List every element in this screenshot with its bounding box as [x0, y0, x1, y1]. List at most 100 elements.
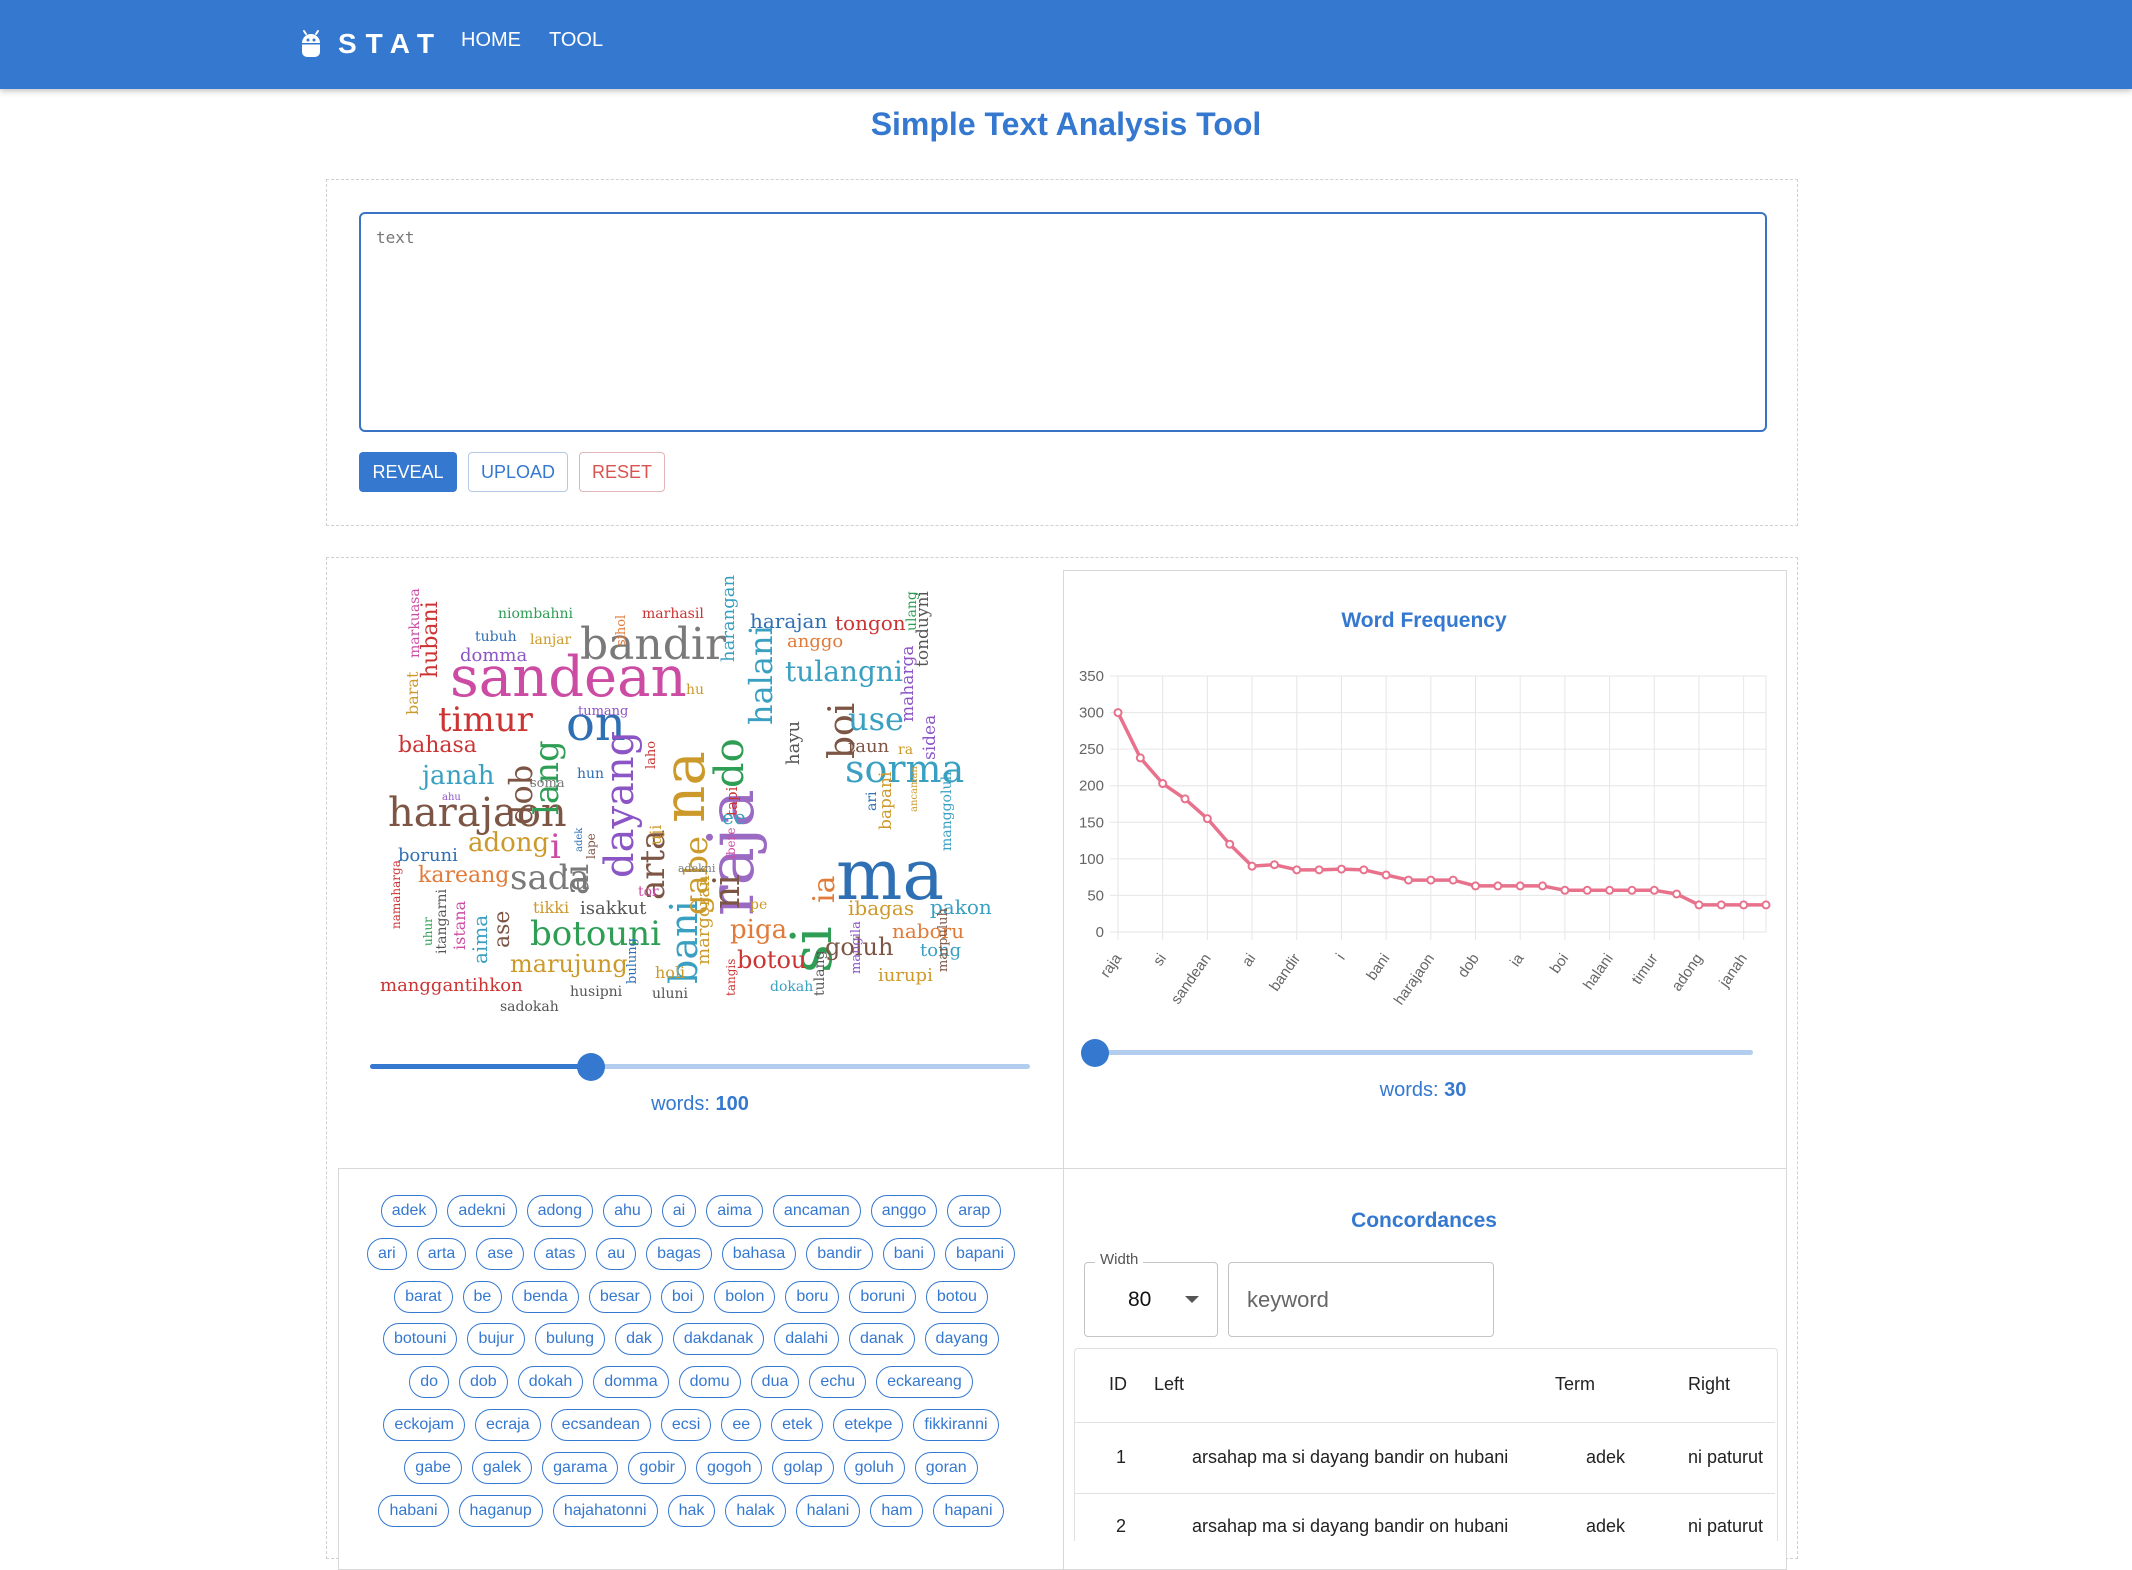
cell-right: ni paturut	[1688, 1447, 1764, 1467]
word-tag-chip[interactable]: hak	[667, 1494, 716, 1527]
word-tag-chip[interactable]: galek	[471, 1451, 533, 1484]
word-tag-chip[interactable]: ham	[870, 1494, 924, 1527]
word-tag-chip[interactable]: boru	[785, 1280, 840, 1313]
x-tick-label: si	[1150, 951, 1170, 970]
word-tag-chip[interactable]: dalahi	[774, 1323, 839, 1356]
word-tag-chip[interactable]: dak	[615, 1323, 663, 1356]
word-tag-chip[interactable]: atas	[534, 1237, 587, 1270]
reveal-button[interactable]: REVEAL	[359, 452, 457, 492]
word-tag-chip[interactable]: besar	[588, 1280, 651, 1313]
text-input[interactable]	[359, 212, 1767, 432]
cloud-word: domma	[460, 645, 528, 666]
word-tag-chip[interactable]: be	[462, 1280, 503, 1313]
word-tag-chip[interactable]: garama	[542, 1451, 619, 1484]
reset-button[interactable]: RESET	[579, 452, 665, 492]
column-header-right[interactable]: Right	[1688, 1374, 1730, 1395]
word-tag-chip[interactable]: golap	[772, 1451, 834, 1484]
word-tag-chip[interactable]: etekpe	[833, 1408, 904, 1441]
word-tag-chip[interactable]: aima	[706, 1195, 763, 1227]
word-tag-chip[interactable]: eckareang	[876, 1366, 973, 1399]
word-tag-chip[interactable]: goran	[914, 1451, 978, 1484]
word-tag-chip[interactable]: dua	[750, 1366, 800, 1399]
width-select[interactable]: Width 80	[1084, 1251, 1218, 1337]
word-tag-chip[interactable]: goluh	[843, 1451, 905, 1484]
word-tag-chip[interactable]: bapani	[944, 1237, 1016, 1270]
word-tag-chip[interactable]: ai	[661, 1195, 697, 1227]
brand[interactable]: STAT	[300, 24, 443, 64]
word-tag-chip[interactable]: boruni	[849, 1280, 916, 1313]
cloud-word: halani	[742, 625, 780, 726]
nav-tool-link[interactable]: TOOL	[549, 29, 603, 52]
nav-home-link[interactable]: HOME	[461, 29, 521, 52]
word-tag-chip[interactable]: dob	[458, 1366, 508, 1399]
word-tag-chip[interactable]: danak	[848, 1323, 915, 1356]
word-tag-chip[interactable]: fikkiranni	[913, 1408, 999, 1441]
word-tag-chip[interactable]: eckojam	[383, 1408, 465, 1441]
cloud-word: hu	[686, 682, 705, 698]
word-tag-chip[interactable]: dakdanak	[672, 1323, 765, 1356]
word-tag-chip[interactable]: domu	[678, 1366, 741, 1399]
word-tag-chip[interactable]: botouni	[382, 1323, 458, 1356]
upload-button[interactable]: UPLOAD	[468, 452, 568, 492]
word-tag-chip[interactable]: bani	[882, 1237, 935, 1270]
word-tag-chip[interactable]: haganup	[458, 1494, 543, 1527]
word-tag-chip[interactable]: gogoh	[695, 1451, 763, 1484]
x-tick-label: adong	[1668, 951, 1706, 995]
word-tag-chip[interactable]: arta	[416, 1237, 467, 1270]
word-tag-chip[interactable]: gobir	[628, 1451, 686, 1484]
word-tag-chip[interactable]: bandir	[806, 1237, 873, 1270]
word-tag-chip[interactable]: do	[409, 1366, 449, 1399]
word-tag-chip[interactable]: halak	[725, 1494, 786, 1527]
word-tag-chip[interactable]: etek	[771, 1408, 824, 1441]
word-tag-chip[interactable]: bahasa	[721, 1237, 797, 1270]
word-tag-chip[interactable]: adong	[526, 1195, 594, 1227]
word-tag-chip[interactable]: gabe	[404, 1451, 462, 1484]
frequency-slider-track[interactable]	[1095, 1050, 1753, 1055]
word-tag-chip[interactable]: ecsandean	[550, 1408, 651, 1441]
column-header-left[interactable]: Left	[1154, 1374, 1184, 1395]
word-tag-chip[interactable]: ancaman	[772, 1195, 861, 1227]
column-header-term[interactable]: Term	[1555, 1374, 1595, 1395]
word-tag-chip[interactable]: halani	[795, 1494, 861, 1527]
cloud-word: tangis	[724, 959, 738, 997]
cell-id: 2	[1116, 1516, 1127, 1536]
word-tag-chip[interactable]: anggo	[870, 1195, 938, 1227]
word-tag-chip[interactable]: ecraja	[475, 1408, 541, 1441]
tag-row: botouni bujur bulung dak dakdanak dalahi danak…	[356, 1323, 1026, 1356]
keyword-input[interactable]: keyword	[1228, 1262, 1494, 1337]
word-tag-chip[interactable]: ase	[476, 1237, 525, 1270]
tag-row: eckojam ecraja ecsandean ecsi ee etek etekpe fi…	[356, 1408, 1026, 1441]
cell-left: arsahap ma si dayang bandir on hubani	[1192, 1447, 1509, 1467]
word-tag-chip[interactable]: ahu	[603, 1195, 652, 1227]
word-tag-chip[interactable]: benda	[512, 1280, 579, 1313]
tag-row: do dob dokah domma domu dua echu eckareang	[356, 1366, 1026, 1399]
word-tag-chip[interactable]: boi	[660, 1280, 705, 1313]
x-tick-label: halani	[1580, 951, 1617, 994]
word-tag-chip[interactable]: adekni	[447, 1195, 517, 1227]
table-divider	[1075, 1493, 1775, 1494]
page-title: Simple Text Analysis Tool	[870, 106, 1262, 142]
word-tag-chip[interactable]: hajahatonni	[552, 1494, 658, 1527]
data-point	[1761, 900, 1771, 910]
word-tag-chip[interactable]: bulung	[535, 1323, 606, 1356]
word-tag-chip[interactable]: ari	[366, 1237, 407, 1270]
word-tag-chip[interactable]: botou	[925, 1280, 988, 1313]
word-tag-chip[interactable]: arap	[947, 1195, 1002, 1227]
word-tag-chip[interactable]: hapani	[933, 1494, 1004, 1527]
word-tag-chip[interactable]: bagas	[646, 1237, 712, 1270]
word-tag-chip[interactable]: domma	[593, 1366, 669, 1399]
word-tag-chip[interactable]: bujur	[467, 1323, 526, 1356]
word-tag-chip[interactable]: ecsi	[660, 1408, 712, 1441]
frequency-slider-thumb[interactable]	[1081, 1039, 1109, 1067]
word-tag-chip[interactable]: dayang	[924, 1323, 1000, 1356]
word-tag-chip[interactable]: au	[596, 1237, 637, 1270]
word-tag-chip[interactable]: adek	[380, 1195, 438, 1227]
word-tag-chip[interactable]: echu	[809, 1366, 867, 1399]
word-tag-chip[interactable]: ee	[721, 1408, 762, 1441]
wordcloud-slider-thumb[interactable]	[577, 1053, 606, 1081]
word-tag-chip[interactable]: barat	[394, 1280, 453, 1313]
word-tag-chip[interactable]: bolon	[714, 1280, 776, 1313]
column-header-id[interactable]: ID	[1109, 1374, 1127, 1395]
word-tag-chip[interactable]: habani	[378, 1494, 449, 1527]
word-tag-chip[interactable]: dokah	[517, 1366, 584, 1399]
